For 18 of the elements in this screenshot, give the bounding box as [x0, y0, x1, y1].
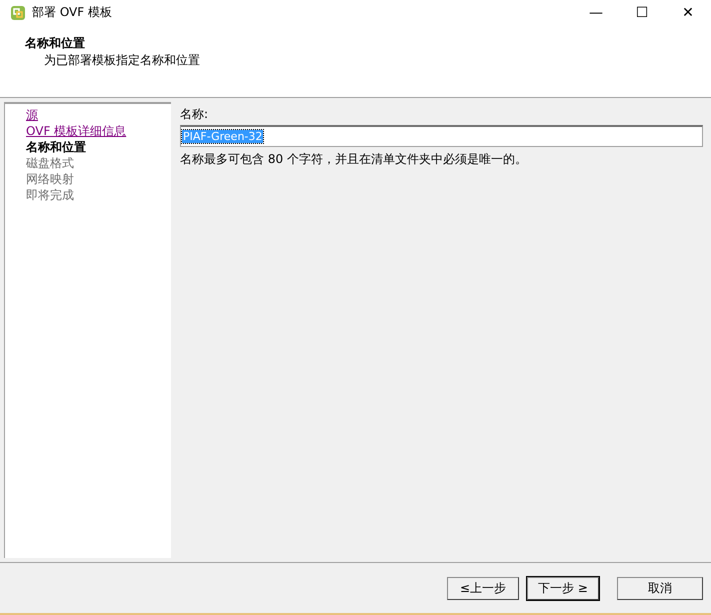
step-item: 名称和位置	[26, 139, 86, 155]
maximize-button[interactable]: ☐	[619, 4, 665, 20]
step-link[interactable]: 源	[26, 107, 38, 123]
step-item: 网络映射	[26, 171, 74, 187]
cancel-button[interactable]: 取消	[617, 576, 703, 600]
page-subtitle: 为已部署模板指定名称和位置	[44, 52, 201, 69]
step-item: 磁盘格式	[26, 155, 74, 171]
minimize-button[interactable]: —	[573, 4, 619, 20]
name-label: 名称:	[180, 106, 210, 123]
app-logo-icon	[10, 4, 26, 20]
name-hint: 名称最多可包含 80 个字符，并且在清单文件夹中必须是唯一的。	[180, 151, 528, 168]
close-button[interactable]: ✕	[665, 4, 711, 20]
page-title: 名称和位置	[25, 35, 86, 52]
step-link[interactable]: OVF 模板详细信息	[26, 123, 126, 139]
back-button[interactable]: ≤上一步	[447, 576, 519, 600]
window-title: 部署 OVF 模板	[32, 4, 113, 21]
next-button[interactable]: 下一步 ≥	[527, 576, 599, 600]
step-item: 即将完成	[26, 187, 74, 203]
